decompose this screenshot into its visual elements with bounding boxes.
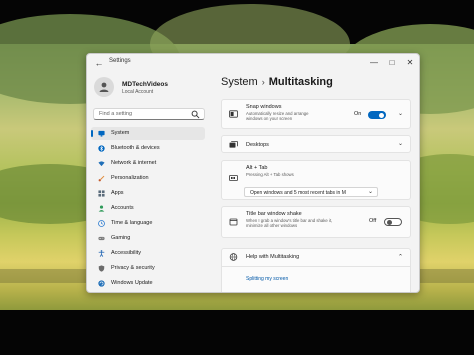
chevron-down-icon: ⌄: [367, 189, 373, 195]
sidebar-item-label: Network & internet: [111, 160, 157, 166]
maximize-button[interactable]: □: [385, 56, 399, 70]
sidebar-item-privacy-security[interactable]: Privacy & security: [91, 262, 205, 275]
alt-tab-icon: [229, 175, 238, 181]
accessibility-icon: [98, 250, 105, 257]
snap-windows-toggle[interactable]: [368, 111, 386, 119]
search-icon[interactable]: [191, 110, 200, 119]
brush-icon: [98, 175, 105, 182]
account-type: Local Account: [122, 89, 154, 95]
breadcrumb-separator: ›: [261, 77, 265, 87]
sidebar-item-time-language[interactable]: Time & language: [91, 217, 205, 230]
letterbox-bottom: [0, 310, 474, 355]
back-arrow-icon[interactable]: ←: [93, 57, 105, 69]
person-icon: [98, 205, 105, 212]
sidebar-item-label: Personalization: [111, 175, 149, 181]
globe-clock-icon: [98, 220, 105, 227]
title-bar-shake-card[interactable]: Title bar window shake When I grab a win…: [221, 206, 411, 238]
avatar[interactable]: [94, 77, 114, 97]
sidebar-item-accounts[interactable]: Accounts: [91, 202, 205, 215]
sidebar: MDTechVideos Local Account Find a settin…: [87, 72, 209, 292]
window-shake-icon: [229, 218, 238, 226]
breadcrumb: System › Multitasking: [221, 76, 333, 88]
desktops-icon: [229, 141, 238, 148]
toggle-knob: [386, 219, 392, 225]
splitting-screen-link[interactable]: Splitting my screen: [246, 276, 288, 282]
screen: ← Settings — □ ✕ MDTechVideos Local Acco…: [0, 0, 474, 355]
bluetooth-icon: [98, 145, 105, 152]
title-bar[interactable]: ← Settings — □ ✕: [87, 54, 419, 72]
breadcrumb-parent[interactable]: System: [221, 76, 258, 88]
chevron-down-icon[interactable]: ⌄: [398, 110, 403, 117]
user-silhouette-icon: [99, 82, 109, 92]
page-title: Multitasking: [268, 76, 333, 88]
sidebar-item-bluetooth-devices[interactable]: Bluetooth & devices: [91, 142, 205, 155]
sidebar-item-label: Accounts: [111, 205, 134, 211]
desktops-title: Desktops: [246, 142, 269, 148]
help-globe-icon: [229, 253, 238, 261]
title-bar-shake-description: When I grab a window's title bar and sha…: [246, 218, 333, 229]
selection-indicator: [91, 130, 93, 137]
sidebar-item-personalization[interactable]: Personalization: [91, 172, 205, 185]
close-button[interactable]: ✕: [403, 56, 417, 70]
minimize-button[interactable]: —: [367, 56, 381, 70]
title-bar-shake-toggle[interactable]: [384, 218, 402, 226]
sidebar-item-label: Bluetooth & devices: [111, 145, 160, 151]
desktops-card[interactable]: Desktops ⌄: [221, 135, 411, 153]
settings-window: ← Settings — □ ✕ MDTechVideos Local Acco…: [86, 53, 420, 293]
sidebar-item-label: Accessibility: [111, 250, 141, 256]
sidebar-item-windows-update[interactable]: Windows Update: [91, 277, 205, 290]
help-card: Help with Multitasking ⌄ Splitting my sc…: [221, 248, 411, 292]
divider: [222, 266, 410, 267]
sidebar-item-system[interactable]: System: [91, 127, 205, 140]
alt-tab-title: Alt + Tab: [246, 165, 268, 171]
sidebar-item-accessibility[interactable]: Accessibility: [91, 247, 205, 260]
sidebar-item-label: Apps: [111, 190, 124, 196]
sidebar-item-network-internet[interactable]: Network & internet: [91, 157, 205, 170]
sidebar-item-label: System: [111, 130, 130, 136]
chevron-up-icon[interactable]: ⌄: [398, 252, 403, 259]
snap-windows-card[interactable]: Snap windows Automatically resize and ar…: [221, 99, 411, 129]
apps-icon: [98, 190, 105, 197]
chevron-down-icon[interactable]: ⌄: [398, 140, 403, 147]
help-title: Help with Multitasking: [246, 254, 300, 260]
snap-windows-title: Snap windows: [246, 104, 282, 110]
snap-layout-icon: [229, 110, 238, 118]
title-bar-shake-title: Title bar window shake: [246, 211, 302, 217]
wifi-icon: [98, 161, 105, 167]
sidebar-item-apps[interactable]: Apps: [91, 187, 205, 200]
alt-tab-dropdown[interactable]: Open windows and 5 most recent tabs in M…: [244, 187, 378, 197]
sidebar-item-label: Privacy & security: [111, 265, 155, 271]
window-title: Settings: [109, 58, 131, 64]
sidebar-item-gaming[interactable]: Gaming: [91, 232, 205, 245]
sidebar-item-label: Time & language: [111, 220, 153, 226]
toggle-knob: [379, 112, 384, 118]
snap-windows-description: Automatically resize and arrange windows…: [246, 111, 309, 122]
user-name: MDTechVideos: [122, 81, 168, 88]
alt-tab-card: Alt + Tab Pressing Alt + Tab shows Open …: [221, 160, 411, 200]
sidebar-item-label: Windows Update: [111, 280, 153, 286]
alt-tab-description: Pressing Alt + Tab shows: [246, 172, 294, 177]
alt-tab-selected-option: Open windows and 5 most recent tabs in M: [250, 189, 346, 196]
shield-icon: [98, 265, 105, 272]
sidebar-item-label: Gaming: [111, 235, 131, 241]
snap-toggle-state: On: [354, 111, 362, 117]
shake-toggle-state: Off: [369, 218, 377, 224]
controller-icon: [98, 236, 105, 241]
search-input[interactable]: Find a setting: [93, 108, 205, 120]
search-placeholder: Find a setting: [99, 111, 133, 117]
monitor-icon: [98, 130, 105, 137]
update-icon: [98, 280, 105, 287]
main-content: System › Multitasking Snap windows Automat…: [215, 72, 419, 292]
